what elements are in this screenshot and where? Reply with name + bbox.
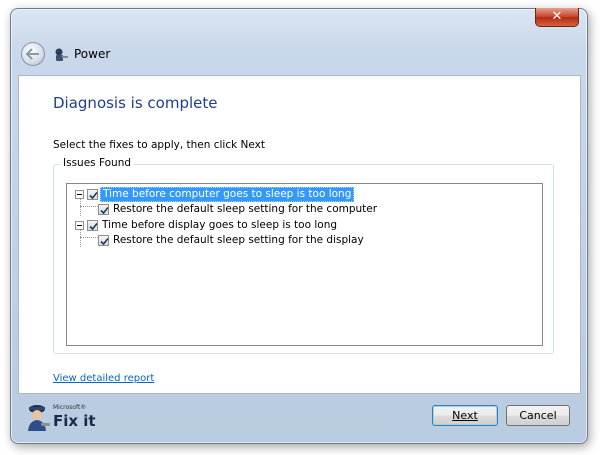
next-button[interactable]: Next bbox=[432, 405, 498, 426]
checkbox-checked[interactable] bbox=[87, 189, 98, 200]
check-icon bbox=[89, 222, 98, 231]
check-icon bbox=[100, 206, 109, 215]
back-arrow-icon bbox=[26, 48, 39, 60]
instruction-text: Select the fixes to apply, then click Ne… bbox=[53, 139, 266, 151]
window-title: Power bbox=[74, 47, 111, 61]
tree-node-label: Time before display goes to sleep is too… bbox=[102, 219, 338, 231]
tree-child-node[interactable]: Restore the default sleep setting for th… bbox=[98, 233, 366, 248]
tree-node-label: Time before computer goes to sleep is to… bbox=[100, 187, 355, 202]
check-icon bbox=[89, 191, 98, 200]
brand-small-text: Microsoft® bbox=[53, 404, 87, 411]
cancel-button[interactable]: Cancel bbox=[506, 405, 570, 426]
close-button[interactable]: ✕ bbox=[535, 8, 579, 27]
fixit-logo-icon bbox=[28, 405, 50, 431]
issues-found-group: Issues Found Time before computer goes t… bbox=[53, 157, 554, 354]
tree-child-node[interactable]: Restore the default sleep setting for th… bbox=[98, 202, 379, 217]
back-button[interactable] bbox=[21, 42, 45, 66]
issues-tree[interactable]: Time before computer goes to sleep is to… bbox=[66, 183, 543, 346]
tree-connector bbox=[80, 206, 98, 207]
collapse-icon[interactable] bbox=[75, 190, 84, 199]
content-panel: Diagnosis is complete Select the fixes t… bbox=[18, 75, 581, 394]
view-report-link[interactable]: View detailed report bbox=[53, 373, 154, 384]
check-icon bbox=[100, 237, 109, 246]
fixit-logo: Microsoft® Fix it bbox=[25, 401, 105, 437]
collapse-icon[interactable] bbox=[75, 221, 84, 230]
page-title: Diagnosis is complete bbox=[53, 94, 218, 112]
brand-text: Fix it bbox=[53, 412, 96, 430]
tree-node[interactable]: Time before computer goes to sleep is to… bbox=[75, 187, 355, 202]
next-button-label: Next bbox=[452, 409, 478, 422]
group-label: Issues Found bbox=[60, 157, 135, 169]
checkbox-checked[interactable] bbox=[98, 235, 109, 246]
checkbox-checked[interactable] bbox=[87, 220, 98, 231]
dialog-window: ✕ Power Diagnosis is complete Select the… bbox=[10, 8, 588, 444]
fixit-app-icon bbox=[55, 48, 68, 61]
checkbox-checked[interactable] bbox=[98, 204, 109, 215]
tree-node-label: Restore the default sleep setting for th… bbox=[113, 203, 378, 215]
tree-node-label: Restore the default sleep setting for th… bbox=[113, 234, 364, 246]
tree-connector bbox=[80, 237, 98, 238]
tree-node[interactable]: Time before display goes to sleep is too… bbox=[75, 218, 339, 233]
